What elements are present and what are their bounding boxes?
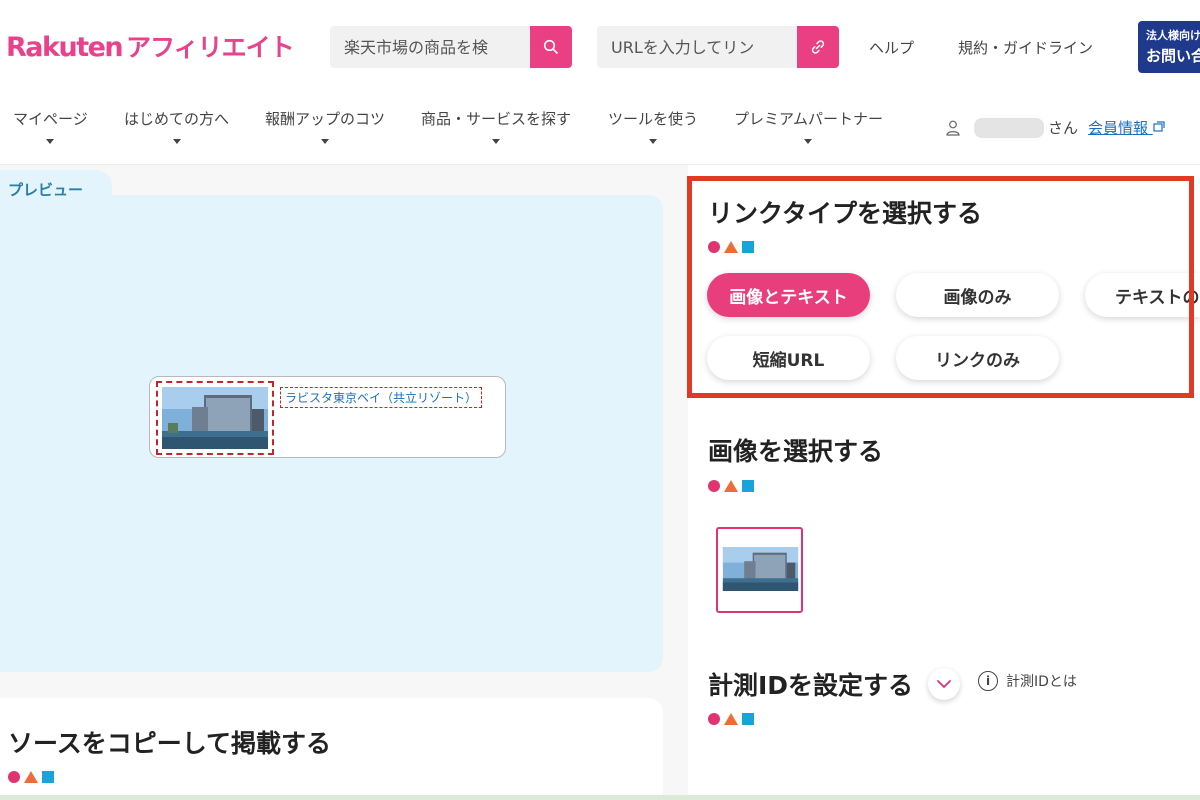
- source-copy-title: ソースをコピーして掲載する: [8, 729, 332, 758]
- user-info: さん 会員情報: [946, 117, 1165, 138]
- square-icon: [742, 480, 754, 492]
- user-suffix: さん: [1048, 119, 1079, 137]
- triangle-icon: [724, 713, 738, 725]
- info-icon: i: [978, 671, 998, 691]
- corporate-contact-button[interactable]: 法人様向け お問い合: [1138, 21, 1200, 73]
- hotel-building-image: [722, 547, 799, 591]
- preview-link-card: ラビスタ東京ベイ（共立リゾート）: [149, 376, 506, 458]
- circle-icon: [8, 771, 20, 783]
- nav-item-reward-tips[interactable]: 報酬アップのコツ: [265, 108, 385, 144]
- triangle-icon: [724, 480, 738, 492]
- global-nav: マイページ はじめての方へ 報酬アップのコツ 商品・サービスを探す ツールを使う…: [0, 95, 1200, 165]
- url-link-button[interactable]: [797, 26, 839, 68]
- caret-down-icon: [804, 139, 813, 144]
- caret-down-icon: [172, 139, 181, 144]
- nav-item-tools[interactable]: ツールを使う: [608, 108, 698, 144]
- corporate-label: 法人様向け: [1146, 29, 1200, 42]
- nav-item-mypage[interactable]: マイページ: [13, 108, 88, 144]
- preview-tab: プレビュー: [0, 170, 112, 208]
- logo-affiliate-text: アフィリエイト: [126, 33, 295, 62]
- hotel-thumbnail-image[interactable]: [156, 381, 274, 455]
- user-icon: [946, 120, 960, 136]
- member-info-label: 会員情報: [1088, 119, 1149, 137]
- caret-down-icon: [46, 139, 55, 144]
- tracking-id-help-link[interactable]: i 計測IDとは: [978, 671, 1077, 691]
- product-search-button[interactable]: [530, 26, 572, 68]
- logo-rakuten-text: Rakuten: [6, 32, 124, 63]
- search-icon: [543, 39, 558, 54]
- header: Rakuten アフィリエイト ヘルプ 規約・ガイドライン 法人様向け お問い合: [0, 0, 1200, 95]
- nav-item-label: 商品・サービスを探す: [421, 110, 572, 128]
- rakuten-affiliate-logo[interactable]: Rakuten アフィリエイト: [6, 28, 295, 64]
- url-search: [597, 26, 839, 68]
- nav-item-label: ツールを使う: [608, 110, 699, 128]
- product-search-input[interactable]: [330, 26, 530, 68]
- image-option-selected[interactable]: [716, 527, 803, 613]
- tracking-id-title: 計測IDを設定する: [708, 671, 914, 700]
- triangle-icon: [24, 771, 38, 783]
- decorative-shapes: [8, 771, 54, 783]
- external-window-icon: [1153, 121, 1165, 132]
- nav-item-beginners[interactable]: はじめての方へ: [124, 108, 229, 144]
- url-input[interactable]: [597, 26, 797, 68]
- square-icon: [742, 713, 754, 725]
- nav-item-label: はじめての方へ: [124, 110, 230, 128]
- caret-down-icon: [321, 139, 329, 144]
- hotel-name-link[interactable]: ラビスタ東京ベイ（共立リゾート）: [280, 387, 483, 408]
- member-info-link[interactable]: 会員情報: [1088, 117, 1165, 138]
- link-icon: [811, 40, 825, 54]
- nav-item-label: プレミアムパートナー: [734, 110, 883, 128]
- square-icon: [42, 771, 54, 783]
- nav-item-label: 報酬アップのコツ: [265, 110, 386, 128]
- image-select-title: 画像を選択する: [708, 437, 884, 466]
- nav-item-find-products[interactable]: 商品・サービスを探す: [421, 108, 571, 144]
- link-type-highlight-box: [687, 176, 1194, 398]
- corporate-contact-label: お問い合: [1146, 47, 1200, 65]
- decorative-shapes: [708, 480, 754, 492]
- tracking-expand-button[interactable]: [928, 668, 960, 700]
- hotel-building-image: [162, 387, 268, 449]
- caret-down-icon: [649, 139, 657, 144]
- username-redacted: [974, 117, 1044, 138]
- chevron-down-icon: [937, 679, 951, 688]
- product-search: [330, 26, 572, 68]
- nav-item-premium-partner[interactable]: プレミアムパートナー: [734, 108, 883, 144]
- bottom-edge-strip: [0, 795, 1200, 800]
- decorative-shapes: [708, 713, 754, 725]
- help-link[interactable]: ヘルプ: [869, 37, 914, 58]
- circle-icon: [708, 480, 720, 492]
- nav-item-label: マイページ: [13, 110, 88, 128]
- caret-down-icon: [492, 139, 500, 144]
- circle-icon: [708, 713, 720, 725]
- guidelines-link[interactable]: 規約・ガイドライン: [958, 37, 1093, 58]
- tracking-id-help-label: 計測IDとは: [1006, 674, 1077, 690]
